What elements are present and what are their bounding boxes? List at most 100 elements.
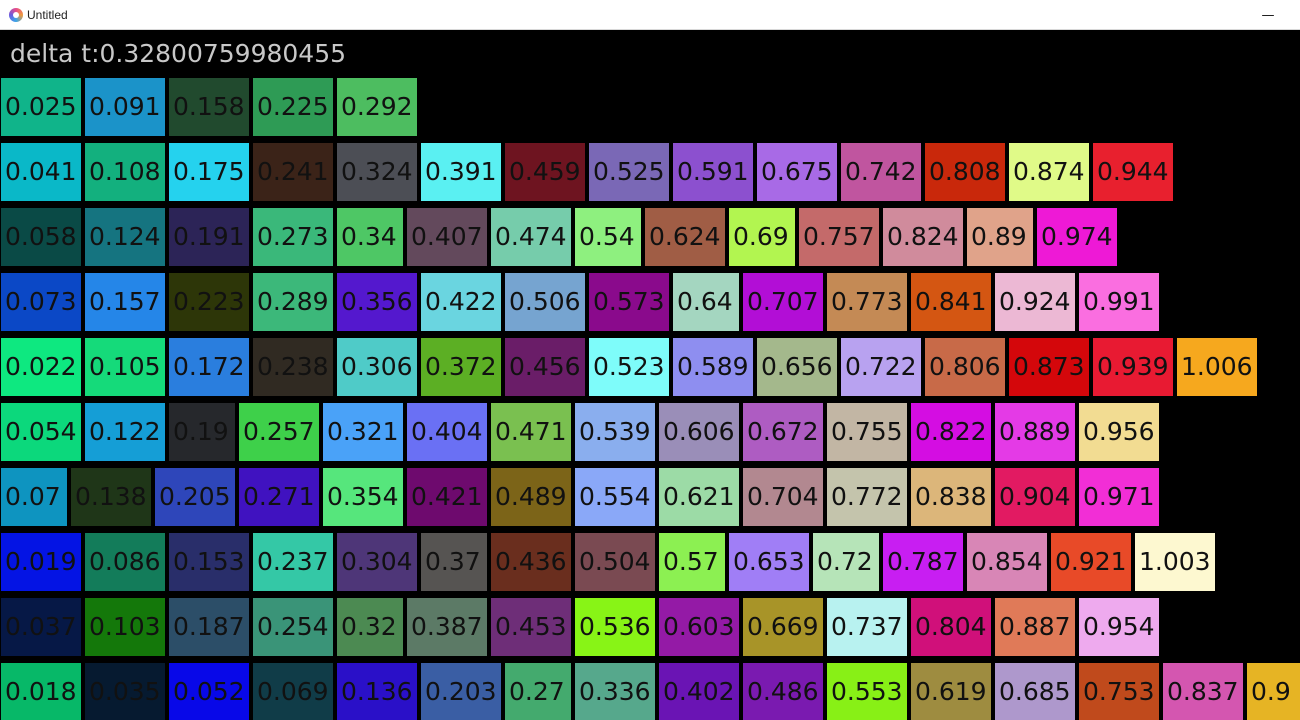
color-swatch: 0.321 — [323, 403, 403, 461]
color-swatch: 0.806 — [925, 338, 1005, 396]
color-swatch: 0.675 — [757, 143, 837, 201]
color-swatch: 0.707 — [743, 273, 823, 331]
color-swatch: 0.372 — [421, 338, 501, 396]
color-swatch: 0.621 — [659, 468, 739, 526]
color-swatch: 0.653 — [729, 533, 809, 591]
color-swatch: 0.172 — [169, 338, 249, 396]
color-swatch: 0.837 — [1163, 663, 1243, 720]
color-swatch: 0.672 — [743, 403, 823, 461]
color-swatch: 0.035 — [85, 663, 165, 720]
color-swatch: 0.939 — [1093, 338, 1173, 396]
color-swatch: 0.921 — [1051, 533, 1131, 591]
color-swatch: 0.254 — [253, 598, 333, 656]
color-swatch: 0.924 — [995, 273, 1075, 331]
color-swatch: 0.238 — [253, 338, 333, 396]
color-swatch: 0.889 — [995, 403, 1075, 461]
color-swatch: 0.704 — [743, 468, 823, 526]
color-swatch: 0.158 — [169, 78, 249, 136]
color-swatch: 0.022 — [1, 338, 81, 396]
color-swatch: 0.804 — [911, 598, 991, 656]
color-swatch: 0.138 — [71, 468, 151, 526]
color-swatch: 0.306 — [337, 338, 417, 396]
color-swatch: 0.742 — [841, 143, 921, 201]
color-swatch: 0.223 — [169, 273, 249, 331]
color-swatch: 0.57 — [659, 533, 725, 591]
color-swatch: 0.753 — [1079, 663, 1159, 720]
color-swatch: 0.205 — [155, 468, 235, 526]
color-swatch: 0.421 — [407, 468, 487, 526]
color-swatch: 1.003 — [1135, 533, 1215, 591]
color-swatch: 0.573 — [589, 273, 669, 331]
color-swatch: 0.292 — [337, 78, 417, 136]
color-swatch: 0.34 — [337, 208, 403, 266]
color-swatch: 0.037 — [1, 598, 81, 656]
color-swatch: 0.624 — [645, 208, 725, 266]
color-swatch: 0.124 — [85, 208, 165, 266]
color-swatch: 0.387 — [407, 598, 487, 656]
color-swatch: 0.589 — [673, 338, 753, 396]
color-swatch: 0.606 — [659, 403, 739, 461]
color-swatch: 0.391 — [421, 143, 501, 201]
color-swatch: 0.404 — [407, 403, 487, 461]
color-swatch: 0.108 — [85, 143, 165, 201]
color-swatch: 0.854 — [967, 533, 1047, 591]
color-swatch: 0.402 — [659, 663, 739, 720]
color-swatch: 0.304 — [337, 533, 417, 591]
color-swatch: 0.041 — [1, 143, 81, 201]
color-swatch: 0.453 — [491, 598, 571, 656]
color-swatch: 0.122 — [85, 403, 165, 461]
color-swatch: 0.808 — [925, 143, 1005, 201]
color-swatch: 0.456 — [505, 338, 585, 396]
color-swatch: 0.956 — [1079, 403, 1159, 461]
color-swatch: 0.504 — [575, 533, 655, 591]
color-swatch: 0.436 — [491, 533, 571, 591]
color-swatch: 0.187 — [169, 598, 249, 656]
color-swatch: 0.175 — [169, 143, 249, 201]
color-swatch: 0.356 — [337, 273, 417, 331]
color-swatch: 0.157 — [85, 273, 165, 331]
color-swatch: 0.289 — [253, 273, 333, 331]
window-titlebar[interactable]: Untitled — — [0, 0, 1300, 30]
color-swatch: 0.354 — [323, 468, 403, 526]
color-swatch: 0.073 — [1, 273, 81, 331]
color-swatch: 0.525 — [589, 143, 669, 201]
color-swatch: 0.489 — [491, 468, 571, 526]
color-swatch: 0.474 — [491, 208, 571, 266]
color-swatch: 0.974 — [1037, 208, 1117, 266]
color-swatch: 1.006 — [1177, 338, 1257, 396]
color-swatch: 0.407 — [407, 208, 487, 266]
color-swatch: 0.69 — [729, 208, 795, 266]
color-swatch: 0.471 — [491, 403, 571, 461]
color-swatch: 0.459 — [505, 143, 585, 201]
color-swatch: 0.07 — [1, 468, 67, 526]
color-swatch: 0.971 — [1079, 468, 1159, 526]
minimize-button[interactable]: — — [1257, 4, 1279, 26]
color-swatch: 0.273 — [253, 208, 333, 266]
color-swatch: 0.755 — [827, 403, 907, 461]
color-swatch: 0.554 — [575, 468, 655, 526]
color-swatch: 0.991 — [1079, 273, 1159, 331]
color-swatch: 0.422 — [421, 273, 501, 331]
color-swatch: 0.486 — [743, 663, 823, 720]
color-swatch: 0.553 — [827, 663, 907, 720]
color-swatch: 0.37 — [421, 533, 487, 591]
color-swatch: 0.841 — [911, 273, 991, 331]
color-swatch: 0.822 — [911, 403, 991, 461]
color-swatch: 0.9 — [1247, 663, 1300, 720]
color-swatch: 0.64 — [673, 273, 739, 331]
color-swatch: 0.619 — [911, 663, 991, 720]
color-swatch: 0.722 — [841, 338, 921, 396]
color-swatch: 0.225 — [253, 78, 333, 136]
color-swatch: 0.091 — [85, 78, 165, 136]
color-swatch: 0.506 — [505, 273, 585, 331]
color-swatch: 0.336 — [575, 663, 655, 720]
color-swatch: 0.257 — [239, 403, 319, 461]
color-swatch: 0.89 — [967, 208, 1033, 266]
color-swatch: 0.271 — [239, 468, 319, 526]
color-swatch: 0.105 — [85, 338, 165, 396]
color-swatch: 0.136 — [337, 663, 417, 720]
color-swatch: 0.685 — [995, 663, 1075, 720]
app-icon — [9, 8, 23, 22]
color-swatch: 0.153 — [169, 533, 249, 591]
render-canvas: delta t:0.32800759980455 0.025 0.091 0.158… — [0, 31, 1300, 720]
